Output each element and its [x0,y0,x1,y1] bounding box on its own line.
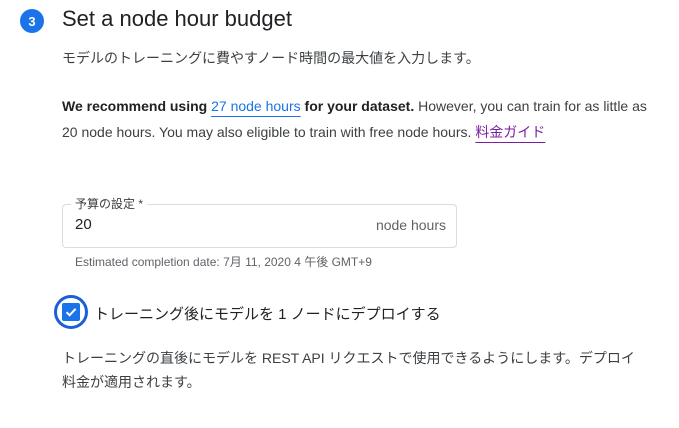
budget-input[interactable] [75,216,275,233]
step-number-badge: 3 [20,9,44,33]
recommendation-bold-suffix: for your dataset. [300,98,415,114]
budget-field: 予算の設定 * node hours [62,195,457,248]
deploy-checkbox[interactable] [54,295,88,329]
deploy-checkbox-label[interactable]: トレーニング後にモデルを 1 ノードにデプロイする [94,303,441,324]
recommendation-text: We recommend using 27 node hours for you… [62,93,657,145]
recommended-hours-link[interactable]: 27 node hours [211,98,301,114]
budget-unit-suffix: node hours [375,217,446,233]
checkbox-checked-box [62,303,80,321]
budget-field-label: 予算の設定 * [71,195,148,212]
pricing-guide-link[interactable]: 料金ガイド [475,124,545,140]
section-title: Set a node hour budget [62,6,292,31]
deploy-description: トレーニングの直後にモデルを REST API リクエストで使用できるようにしま… [62,350,635,390]
recommendation-bold-prefix: We recommend using [62,98,212,114]
completion-estimate: Estimated completion date: 7月 11, 2020 4… [75,255,372,269]
section-subtitle: モデルのトレーニングに費やすノード時間の最大値を入力します。 [62,50,480,66]
check-icon [65,308,77,317]
